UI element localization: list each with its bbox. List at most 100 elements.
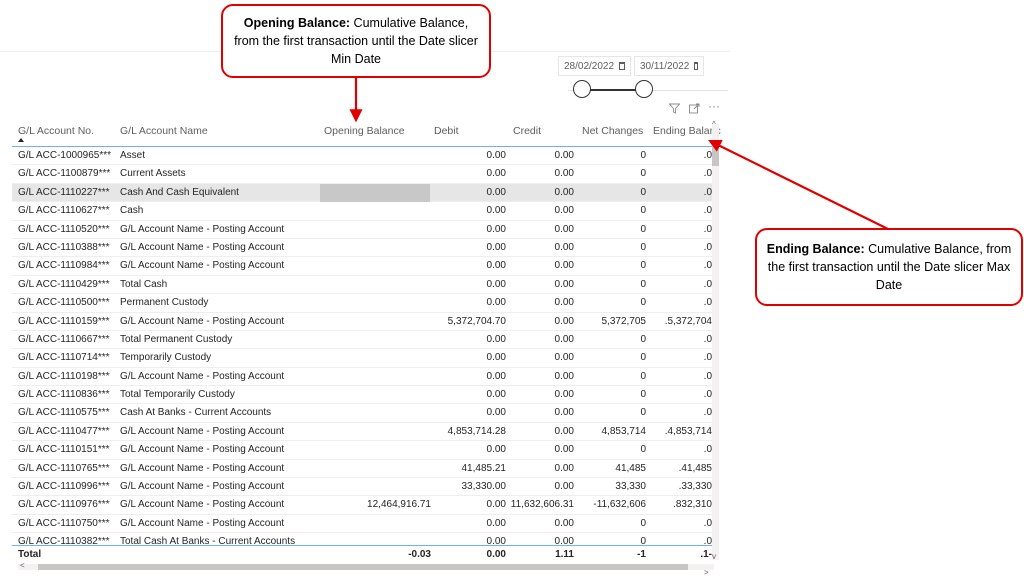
column-header-net-changes[interactable]: Net Changes: [582, 125, 643, 137]
table-row[interactable]: G/L ACC-1110765*** G/L Account Name - Pos…: [12, 460, 714, 479]
date-slider-end-handle[interactable]: [635, 80, 653, 98]
column-header-opening-balance[interactable]: Opening Balance: [324, 125, 405, 137]
net-changes-cell: 0: [640, 241, 646, 253]
ending-balance-cell: 0.: [703, 223, 712, 235]
column-header-ending-balance[interactable]: Ending Balanc: [653, 125, 721, 137]
total-credit: 1.11: [555, 549, 574, 560]
net-changes-cell: 0: [640, 536, 646, 545]
account-name-cell: G/L Account Name - Posting Account: [120, 241, 285, 253]
credit-cell: 0.00: [554, 297, 574, 309]
horizontal-scrollbar[interactable]: < >: [18, 561, 714, 577]
table-row[interactable]: G/L ACC-1110198*** G/L Account Name - Pos…: [12, 368, 714, 387]
account-name-cell: Temporarily Custody: [120, 352, 212, 364]
total-debit: 0.00: [486, 549, 506, 560]
table-row[interactable]: G/L ACC-1110159*** G/L Account Name - Pos…: [12, 313, 714, 331]
account-name-cell: Total Cash At Banks - Current Accounts: [120, 536, 296, 545]
scroll-down-icon[interactable]: v: [712, 552, 716, 561]
ending-balance-cell: 33,330.: [678, 481, 712, 493]
table-row[interactable]: G/L ACC-1110627*** Cash 0.00 0.00 0 0.: [12, 202, 714, 221]
net-changes-cell: 0: [640, 168, 646, 180]
credit-cell: 0.00: [554, 517, 574, 529]
table-row[interactable]: G/L ACC-1110429*** Total Cash 0.00 0.00 0 0.: [12, 276, 714, 295]
debit-cell: 4,853,714.28: [447, 425, 506, 437]
net-changes-cell: 0: [640, 333, 646, 345]
debit-cell: 0.00: [486, 168, 506, 180]
table-row[interactable]: G/L ACC-1110520*** G/L Account Name - Pos…: [12, 221, 714, 239]
table-row[interactable]: G/L ACC-1110477*** G/L Account Name - Pos…: [12, 423, 714, 442]
account-no-cell: G/L ACC-1110667***: [18, 333, 110, 345]
account-name-cell: G/L Account Name - Posting Account: [120, 315, 285, 327]
sort-ascending-icon: [18, 138, 24, 142]
table-row[interactable]: G/L ACC-1110984*** G/L Account Name - Pos…: [12, 257, 714, 276]
total-label: Total: [18, 549, 42, 560]
debit-cell: 0.00: [486, 389, 506, 401]
scroll-left-icon[interactable]: <: [20, 561, 25, 570]
table-row[interactable]: G/L ACC-1110227*** Cash And Cash Equivale…: [12, 183, 714, 203]
account-no-cell: G/L ACC-1110429***: [18, 278, 110, 290]
calendar-icon[interactable]: [694, 62, 698, 70]
opening-balance-callout: Opening Balance: Cumulative Balance, fro…: [221, 4, 491, 78]
more-options-icon[interactable]: ···: [708, 100, 720, 112]
account-name-cell: G/L Account Name - Posting Account: [120, 444, 285, 456]
credit-cell: 0.00: [554, 168, 574, 180]
filter-icon[interactable]: [668, 103, 681, 116]
column-header-credit[interactable]: Credit: [513, 125, 541, 137]
table-row[interactable]: G/L ACC-1110382*** Total Cash At Banks - …: [12, 533, 714, 545]
table-row[interactable]: G/L ACC-1110575*** Cash At Banks - Curren…: [12, 404, 714, 423]
debit-cell: 0.00: [486, 499, 506, 511]
table-row[interactable]: G/L ACC-1110388*** G/L Account Name - Pos…: [12, 239, 714, 258]
ending-balance-cell: 0.: [703, 333, 712, 345]
ending-balance-cell: 41,485.: [678, 462, 712, 474]
start-date-value: 28/02/2022: [564, 60, 615, 72]
ending-balance-cell: 0.: [703, 150, 712, 161]
table-total-row: Total -0.03 0.00 1.11 -1 -1.: [12, 545, 714, 564]
net-changes-cell: 41,485: [615, 462, 646, 474]
account-name-cell: G/L Account Name - Posting Account: [120, 425, 285, 437]
account-name-cell: G/L Account Name - Posting Account: [120, 260, 285, 272]
table-row[interactable]: G/L ACC-1110836*** Total Temporarily Cust…: [12, 386, 714, 405]
net-changes-cell: 0: [640, 223, 646, 235]
column-header-debit[interactable]: Debit: [434, 125, 459, 137]
table-row[interactable]: G/L ACC-1110667*** Total Permanent Custod…: [12, 331, 714, 350]
column-header-account-no[interactable]: G/L Account No.: [18, 125, 94, 137]
account-name-cell: Total Cash: [120, 278, 168, 290]
table-row[interactable]: G/L ACC-1110750*** G/L Account Name - Pos…: [12, 515, 714, 534]
debit-cell: 0.00: [486, 297, 506, 309]
table-row[interactable]: G/L ACC-1110151*** G/L Account Name - Pos…: [12, 441, 714, 460]
table-row[interactable]: G/L ACC-1110500*** Permanent Custody 0.00 0…: [12, 294, 714, 313]
start-date-input[interactable]: 28/02/2022: [558, 56, 631, 76]
debit-cell: 0.00: [486, 186, 506, 198]
table-row[interactable]: G/L ACC-1110976*** G/L Account Name - Pos…: [12, 496, 714, 515]
account-no-cell: G/L ACC-1110227***: [18, 186, 110, 198]
account-name-cell: Total Temporarily Custody: [120, 389, 235, 401]
credit-cell: 0.00: [554, 352, 574, 364]
net-changes-cell: 0: [640, 407, 646, 419]
scroll-up-icon[interactable]: ^: [712, 120, 716, 129]
debit-cell: 41,485.21: [461, 462, 507, 474]
table-row[interactable]: G/L ACC-1000965*** Asset 0.00 0.00 0 0.: [12, 147, 714, 166]
vertical-scrollbar[interactable]: ^ v: [712, 120, 719, 561]
net-changes-cell: 0: [640, 260, 646, 272]
table-row[interactable]: G/L ACC-1100879*** Current Assets 0.00 0.00…: [12, 165, 714, 184]
table-row[interactable]: G/L ACC-1110996*** G/L Account Name - Pos…: [12, 478, 714, 497]
account-name-cell: G/L Account Name - Posting Account: [120, 462, 285, 474]
ending-balance-cell: 0.: [703, 407, 712, 419]
vertical-scroll-thumb[interactable]: [712, 146, 719, 166]
table-row[interactable]: G/L ACC-1110714*** Temporarily Custody 0.0…: [12, 349, 714, 368]
account-no-cell: G/L ACC-1110750***: [18, 517, 110, 529]
net-changes-cell: 0: [640, 150, 646, 161]
account-no-cell: G/L ACC-1110836***: [18, 389, 110, 401]
date-slider-start-handle[interactable]: [573, 80, 591, 98]
credit-cell: 0.00: [554, 186, 574, 198]
column-header-account-name[interactable]: G/L Account Name: [120, 125, 208, 137]
focus-mode-icon[interactable]: [689, 103, 700, 116]
ending-balance-callout: Ending Balance: Cumulative Balance, from…: [755, 228, 1023, 306]
end-date-input[interactable]: 30/11/2022: [634, 56, 704, 76]
calendar-icon[interactable]: [619, 62, 625, 70]
horizontal-scroll-thumb[interactable]: [38, 564, 688, 570]
ending-balance-cell: 0.: [703, 241, 712, 253]
total-net-changes: -1: [637, 549, 646, 560]
credit-cell: 11,632,606.31: [510, 499, 574, 511]
debit-cell: 0.00: [486, 223, 506, 235]
credit-cell: 0.00: [554, 223, 574, 235]
